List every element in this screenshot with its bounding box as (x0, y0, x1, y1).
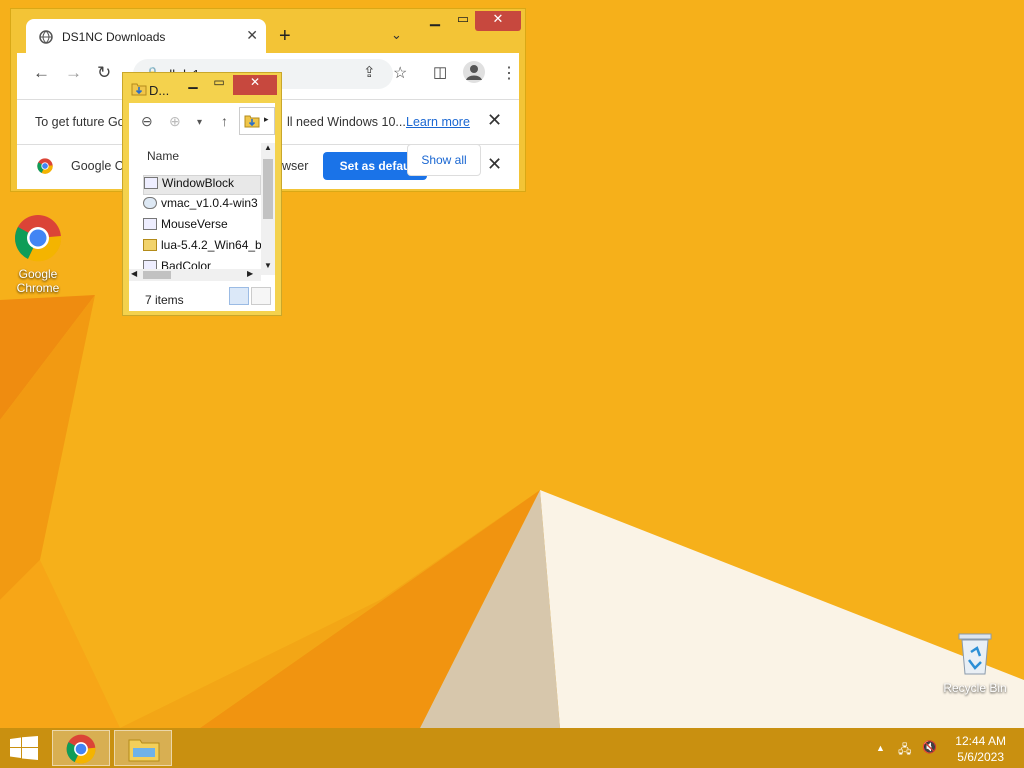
file-name: BadColor (161, 259, 212, 269)
scroll-left-icon[interactable]: ◀ (131, 269, 137, 278)
application-icon (143, 218, 157, 230)
chrome-icon (66, 734, 96, 764)
recent-locations-chevron-icon[interactable]: ▾ (197, 117, 202, 128)
tab-search-chevron-icon[interactable]: ⌄ (391, 27, 402, 43)
close-window-button[interactable]: ✕ (233, 75, 277, 95)
back-icon[interactable]: ← (33, 63, 50, 83)
up-arrow-icon[interactable]: ↑ (221, 113, 228, 129)
infobar-close-icon[interactable]: ✕ (487, 110, 502, 131)
default-bar-text: Google C (71, 159, 124, 173)
file-name: WindowBlock (162, 176, 235, 190)
scrollbar-thumb[interactable] (263, 159, 273, 219)
desktop-icon-label: Recycle Bin (943, 681, 1007, 695)
application-icon (143, 197, 157, 209)
taskbar-chrome-button[interactable] (52, 730, 110, 766)
file-explorer-window: D... ▁ ▭ ✕ ⊖ ⊕ ▾ ↑ ▸ Name WindowBlock vm… (122, 72, 282, 316)
learn-more-link[interactable]: Learn more (406, 115, 470, 129)
file-name: vmac_v1.0.4-win3 (161, 196, 258, 210)
show-hidden-icons-chevron-icon[interactable]: ▲ (876, 743, 885, 753)
address-path-box[interactable]: ▸ (239, 107, 275, 135)
chrome-icon (15, 215, 62, 262)
horizontal-scrollbar[interactable]: ◀ ▶ (129, 269, 261, 281)
file-row[interactable]: MouseVerse (143, 217, 261, 237)
large-icons-view-icon[interactable] (251, 287, 271, 305)
application-icon (143, 260, 157, 269)
desktop-icon-google-chrome[interactable]: Google Chrome (0, 214, 76, 295)
clock-time: 12:44 AM (955, 734, 1006, 748)
downloads-folder-icon (244, 115, 260, 128)
tab-ds1nc-downloads[interactable]: DS1NC Downloads ✕ (26, 19, 266, 53)
windows-start-icon[interactable] (10, 736, 38, 760)
scroll-down-icon[interactable]: ▼ (264, 261, 272, 270)
forward-icon[interactable]: ⊕ (169, 113, 181, 130)
tab-title: DS1NC Downloads (62, 30, 166, 44)
scroll-up-icon[interactable]: ▲ (264, 143, 272, 152)
taskbar: ▲ 🖧 🔇 12:44 AM 5/6/2023 (0, 728, 1024, 768)
default-bar-close-icon[interactable]: ✕ (487, 154, 502, 175)
infobar-text: To get future Go (35, 115, 125, 129)
minimize-button[interactable]: ▁ (179, 75, 207, 95)
clock-date: 5/6/2023 (957, 750, 1004, 764)
chrome-icon (37, 158, 53, 174)
profile-avatar-icon[interactable] (463, 61, 485, 83)
item-count-status: 7 items (145, 293, 184, 307)
desktop-icon-label: Google Chrome (16, 267, 60, 295)
infobar-text-tail: ll need Windows 10... (287, 115, 406, 129)
explorer-title: D... (149, 83, 170, 98)
column-header-name[interactable]: Name (147, 149, 179, 163)
recycle-bin-icon (958, 633, 992, 675)
share-icon[interactable]: ⇪ (363, 63, 376, 81)
taskbar-clock[interactable]: 12:44 AM 5/6/2023 (955, 733, 1006, 765)
file-name: MouseVerse (161, 217, 228, 231)
maximize-button[interactable]: ▭ (205, 75, 233, 95)
file-row[interactable]: BadColor (143, 259, 261, 269)
back-icon[interactable]: ⊖ (141, 113, 153, 130)
taskbar-file-explorer-button[interactable] (114, 730, 172, 766)
application-icon (144, 177, 158, 189)
close-window-button[interactable]: ✕ (475, 11, 521, 31)
default-bar-text-tail: wser (282, 159, 309, 173)
vertical-scrollbar[interactable]: ▲ ▼ (261, 143, 275, 275)
details-view-icon[interactable] (229, 287, 249, 305)
tab-close-icon[interactable]: ✕ (246, 27, 258, 44)
new-tab-button[interactable]: + (279, 25, 291, 48)
bookmark-star-icon[interactable]: ☆ (393, 63, 407, 83)
menu-kebab-icon[interactable]: ⋮ (501, 63, 517, 83)
globe-icon (39, 30, 53, 44)
file-row[interactable]: WindowBlock (143, 175, 261, 195)
file-row[interactable]: lua-5.4.2_Win64_b (143, 238, 261, 258)
file-name: lua-5.4.2_Win64_b (161, 238, 261, 252)
file-row[interactable]: vmac_v1.0.4-win3 (143, 196, 261, 216)
scroll-right-icon[interactable]: ▶ (247, 269, 253, 278)
explorer-content: ⊖ ⊕ ▾ ↑ ▸ Name WindowBlock vmac_v1.0.4-w… (129, 103, 275, 311)
downloads-folder-icon (131, 83, 147, 96)
file-explorer-icon (128, 739, 160, 762)
forward-icon[interactable]: → (65, 63, 82, 83)
volume-muted-icon[interactable]: 🔇 (922, 740, 937, 754)
desktop-icon-recycle-bin[interactable]: Recycle Bin (937, 630, 1013, 695)
zip-folder-icon (143, 239, 157, 251)
scrollbar-thumb[interactable] (143, 271, 171, 279)
network-icon[interactable]: 🖧 (898, 740, 911, 761)
breadcrumb-chevron-icon: ▸ (264, 114, 269, 124)
reload-icon[interactable]: ↻ (97, 63, 111, 83)
side-panel-icon[interactable]: ◫ (433, 63, 447, 81)
show-all-downloads-button[interactable]: Show all (407, 144, 481, 176)
